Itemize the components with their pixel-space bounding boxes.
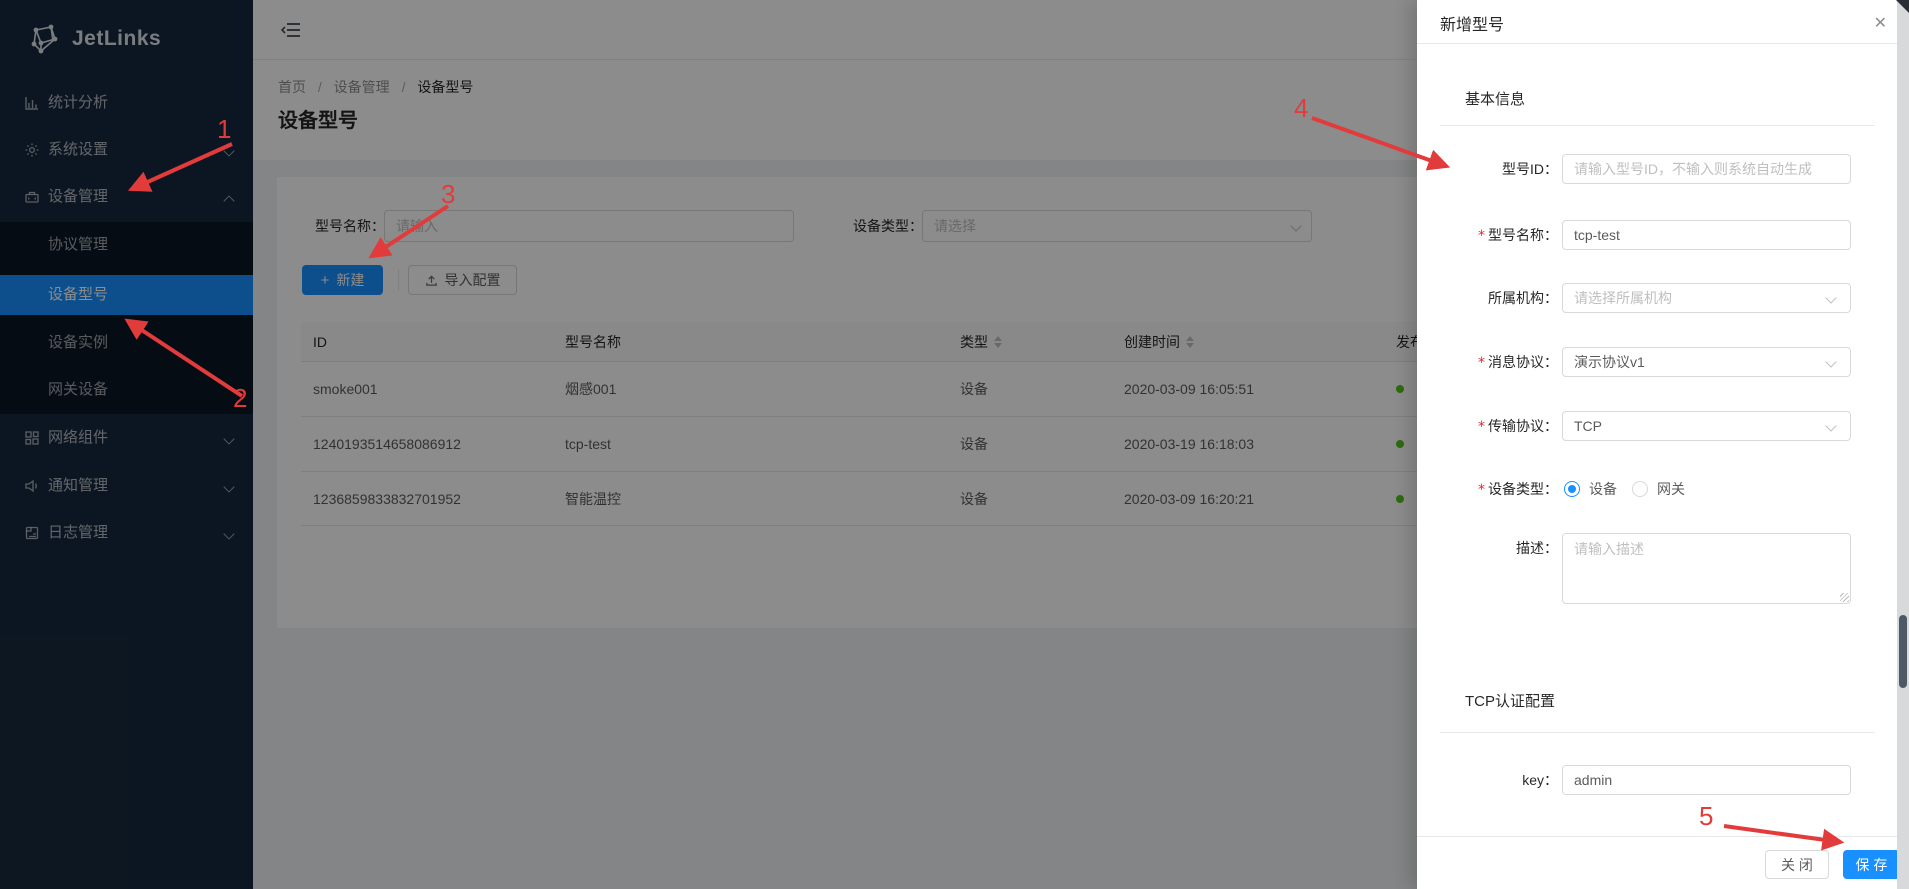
scrollbar-thumb[interactable] [1899, 615, 1907, 688]
radio-device-label[interactable]: 设备 [1589, 478, 1617, 500]
field-label: *消息协议： [1417, 347, 1558, 378]
drawer-footer: 关 闭 保 存 [1417, 836, 1909, 889]
section-divider [1440, 125, 1875, 126]
app-window: JetLinks 统计分析 系统设置 [0, 0, 1909, 889]
textarea-resize-handle[interactable] [1840, 593, 1849, 602]
description-textarea[interactable] [1562, 533, 1851, 604]
model-id-input[interactable] [1562, 154, 1851, 184]
radio-gateway-label[interactable]: 网关 [1657, 478, 1685, 500]
field-label-text: 设备类型： [1488, 481, 1558, 497]
save-button[interactable]: 保 存 [1843, 850, 1900, 879]
page-scrollbar[interactable] [1897, 0, 1909, 889]
field-label-text: 传输协议： [1488, 418, 1558, 434]
section-basic-info: 基本信息 [1465, 88, 1525, 109]
radio-gateway[interactable] [1632, 481, 1648, 497]
field-label-text: 描述： [1516, 540, 1558, 556]
close-icon[interactable]: ✕ [1870, 9, 1891, 37]
drawer-header: 新增型号 ✕ [1417, 0, 1909, 44]
key-input[interactable] [1562, 765, 1851, 795]
field-label: *型号名称： [1417, 220, 1558, 251]
field-label: 描述： [1417, 533, 1558, 563]
organization-select[interactable] [1562, 283, 1851, 313]
form-row-device-type: *设备类型： 设备 网关 [1417, 478, 1875, 500]
field-label: *设备类型： [1417, 478, 1558, 501]
field-label-text: 所属机构： [1488, 290, 1558, 306]
model-name-field[interactable] [1562, 220, 1851, 250]
required-mark: * [1478, 355, 1485, 371]
required-mark: * [1478, 228, 1485, 244]
field-label-text: 消息协议： [1488, 354, 1558, 370]
section-divider [1440, 732, 1875, 733]
required-mark: * [1478, 419, 1485, 435]
field-label: 所属机构： [1417, 283, 1558, 313]
required-mark: * [1478, 482, 1485, 498]
field-label-text: 型号名称： [1488, 227, 1558, 243]
radio-device[interactable] [1564, 481, 1580, 497]
cursor-arrow [1896, 0, 1909, 13]
field-label: 型号ID： [1417, 154, 1558, 184]
section-tcp-auth: TCP认证配置 [1465, 690, 1555, 711]
message-protocol-select[interactable] [1562, 347, 1851, 377]
transport-protocol-select[interactable] [1562, 411, 1851, 441]
field-label: key： [1417, 765, 1558, 795]
add-model-drawer: 新增型号 ✕ 基本信息 型号ID： *型号名称： 所属机构： *消息协议： [1417, 0, 1909, 889]
field-label: *传输协议： [1417, 411, 1558, 442]
field-label-text: 型号ID： [1502, 161, 1558, 177]
field-label-text: key： [1522, 772, 1558, 788]
form-row-description: 描述： [1417, 533, 1875, 604]
close-button[interactable]: 关 闭 [1765, 850, 1829, 879]
drawer-title: 新增型号 [1440, 11, 1504, 35]
